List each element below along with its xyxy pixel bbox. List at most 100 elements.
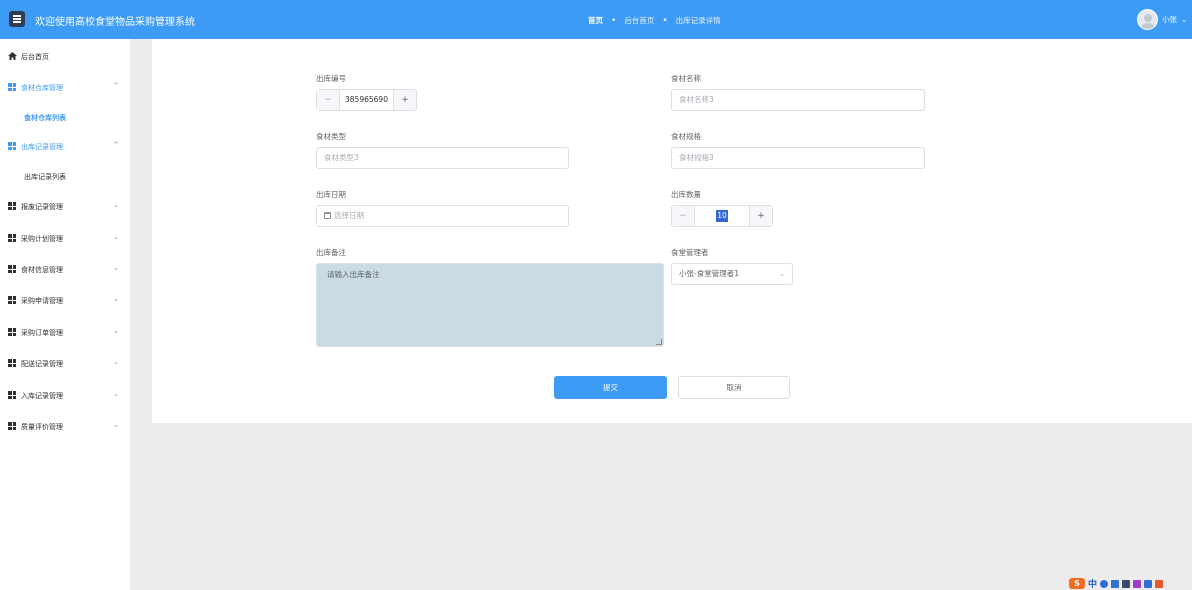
skin-icon[interactable] bbox=[1133, 579, 1142, 588]
grid-icon bbox=[8, 296, 16, 304]
sidebar-item-label: 后台首页 bbox=[21, 53, 49, 61]
outbound-no-value[interactable]: 385965690 bbox=[340, 90, 393, 110]
grid-icon bbox=[8, 83, 16, 91]
sidebar-group-label: 食材仓库管理 bbox=[21, 84, 63, 92]
sidebar-group-scrap-records[interactable]: 报废记录管理 ⌄ bbox=[0, 196, 130, 216]
grid-icon bbox=[8, 234, 16, 242]
breadcrumb-separator-icon: • bbox=[662, 15, 668, 26]
sogou-ime-icon[interactable]: S bbox=[1069, 578, 1085, 589]
chevron-down-icon: ⌄ bbox=[113, 390, 119, 398]
grid-icon bbox=[8, 202, 16, 210]
sidebar-item-food-warehouse-list[interactable]: 食材仓库列表 bbox=[0, 107, 130, 127]
sidebar-group-purchase-plan[interactable]: 采购计划管理 ⌄ bbox=[0, 228, 130, 248]
increment-button[interactable]: + bbox=[393, 90, 416, 110]
calendar-icon bbox=[324, 212, 331, 219]
home-icon bbox=[8, 52, 17, 60]
sidebar-item-outbound-record-list[interactable]: 出库记录列表 bbox=[0, 166, 130, 186]
food-type-input[interactable]: 食材类型3 bbox=[316, 147, 569, 169]
sidebar-group-purchase-request[interactable]: 采购申请管理 ⌄ bbox=[0, 290, 130, 310]
outbound-remark-textarea[interactable]: 请输入出库备注 bbox=[316, 263, 664, 347]
chevron-down-icon: ⌄ bbox=[113, 327, 119, 335]
resize-handle-icon[interactable] bbox=[656, 339, 662, 345]
menu-toggle-button[interactable] bbox=[9, 11, 25, 27]
top-header: 欢迎使用高校食堂物品采购管理系统 首页 • 后台首页 • 出库记录详情 小张 ⌄ bbox=[0, 0, 1192, 39]
food-spec-input[interactable]: 食材规格3 bbox=[671, 147, 925, 169]
chevron-down-icon: ⌄ bbox=[113, 264, 119, 272]
outbound-remark-label: 出库备注 bbox=[316, 248, 346, 257]
punctuation-icon[interactable] bbox=[1100, 579, 1109, 588]
app-title: 欢迎使用高校食堂物品采购管理系统 bbox=[35, 17, 195, 28]
user-name[interactable]: 小张 bbox=[1162, 14, 1177, 25]
hamburger-icon bbox=[13, 18, 21, 20]
breadcrumb: 首页 • 后台首页 • 出库记录详情 bbox=[588, 15, 721, 26]
decrement-button[interactable]: − bbox=[672, 206, 695, 226]
sidebar-group-label: 质量评价管理 bbox=[21, 423, 63, 431]
chevron-down-icon: ⌄ bbox=[113, 295, 119, 303]
user-menu[interactable]: 小张 ⌄ bbox=[1137, 9, 1187, 30]
sidebar-item-label: 出库记录列表 bbox=[24, 173, 66, 181]
sidebar-group-label: 报废记录管理 bbox=[21, 203, 63, 211]
sidebar-group-label: 食材信息管理 bbox=[21, 266, 63, 274]
date-placeholder: 选择日期 bbox=[334, 211, 364, 220]
chevron-down-icon: ⌄ bbox=[779, 270, 785, 278]
canteen-manager-label: 食堂管理者 bbox=[671, 248, 709, 257]
canteen-manager-value: 小张-食堂管理者1 bbox=[679, 269, 739, 278]
outbound-qty-stepper[interactable]: − 10 + bbox=[671, 205, 773, 227]
sidebar-group-inbound-records[interactable]: 入库记录管理 ⌄ bbox=[0, 385, 130, 405]
chevron-down-icon: ⌄ bbox=[113, 421, 119, 429]
sidebar: 后台首页 食材仓库管理 ^ 食材仓库列表 出库记录管理 ^ 出库记录列表 报废记… bbox=[0, 39, 131, 590]
ime-mode-indicator[interactable]: 中 bbox=[1088, 577, 1097, 590]
sidebar-item-label: 食材仓库列表 bbox=[24, 114, 66, 122]
outbound-no-label: 出库编号 bbox=[316, 74, 346, 83]
chevron-up-icon: ^ bbox=[113, 141, 119, 149]
sidebar-group-delivery-records[interactable]: 配送记录管理 ⌄ bbox=[0, 353, 130, 373]
decrement-button[interactable]: − bbox=[317, 90, 340, 110]
chevron-down-icon: ⌄ bbox=[113, 233, 119, 241]
breadcrumb-home[interactable]: 首页 bbox=[588, 15, 603, 26]
grid-icon bbox=[8, 328, 16, 336]
outbound-no-stepper[interactable]: − 385965690 + bbox=[316, 89, 417, 111]
submit-button[interactable]: 提交 bbox=[554, 376, 667, 399]
canteen-manager-select[interactable]: 小张-食堂管理者1 ⌄ bbox=[671, 263, 793, 285]
food-spec-label: 食材规格 bbox=[671, 132, 701, 141]
sidebar-group-label: 采购申请管理 bbox=[21, 297, 63, 305]
outbound-qty-input[interactable]: 10 bbox=[695, 206, 749, 226]
food-name-input[interactable]: 食材名称3 bbox=[671, 89, 925, 111]
toolbox-icon[interactable] bbox=[1144, 579, 1153, 588]
sidebar-group-label: 出库记录管理 bbox=[21, 143, 63, 151]
chevron-down-icon: ⌄ bbox=[113, 358, 119, 366]
sidebar-group-purchase-order[interactable]: 采购订单管理 ⌄ bbox=[0, 322, 130, 342]
ime-extra-icon[interactable] bbox=[1155, 579, 1164, 588]
outbound-qty-label: 出库数量 bbox=[671, 190, 701, 199]
chevron-up-icon: ^ bbox=[113, 82, 119, 90]
chevron-down-icon: ⌄ bbox=[1181, 15, 1188, 24]
chevron-down-icon: ⌄ bbox=[113, 201, 119, 209]
food-type-label: 食材类型 bbox=[316, 132, 346, 141]
outbound-date-label: 出库日期 bbox=[316, 190, 346, 199]
sidebar-group-outbound-records[interactable]: 出库记录管理 ^ bbox=[0, 136, 130, 156]
sidebar-group-quality-evaluation[interactable]: 质量评价管理 ⌄ bbox=[0, 416, 130, 436]
breadcrumb-current: 出库记录详情 bbox=[675, 16, 721, 25]
grid-icon bbox=[8, 391, 16, 399]
avatar[interactable] bbox=[1137, 9, 1158, 30]
sidebar-group-food-info[interactable]: 食材信息管理 ⌄ bbox=[0, 259, 130, 279]
ime-toolbar[interactable]: S 中 bbox=[1069, 577, 1192, 590]
form-panel: 出库编号 − 385965690 + 食材名称 食材名称3 食材类型 食材类型3… bbox=[152, 39, 1192, 423]
cancel-button[interactable]: 取消 bbox=[678, 376, 790, 399]
sidebar-group-food-warehouse[interactable]: 食材仓库管理 ^ bbox=[0, 77, 130, 97]
increment-button[interactable]: + bbox=[749, 206, 772, 226]
outbound-date-picker[interactable]: 选择日期 bbox=[316, 205, 569, 227]
grid-icon bbox=[8, 359, 16, 367]
sidebar-item-admin-home[interactable]: 后台首页 bbox=[0, 46, 130, 66]
sidebar-group-label: 采购订单管理 bbox=[21, 329, 63, 337]
breadcrumb-separator-icon: • bbox=[611, 15, 617, 26]
remark-placeholder: 请输入出库备注 bbox=[327, 270, 380, 279]
sidebar-group-label: 采购计划管理 bbox=[21, 235, 63, 243]
grid-icon bbox=[8, 422, 16, 430]
grid-icon bbox=[8, 142, 16, 150]
outbound-qty-value: 10 bbox=[716, 210, 728, 222]
breadcrumb-admin-home[interactable]: 后台首页 bbox=[624, 15, 654, 26]
grid-icon bbox=[8, 265, 16, 273]
microphone-icon[interactable] bbox=[1111, 579, 1120, 588]
keyboard-icon[interactable] bbox=[1122, 579, 1131, 588]
